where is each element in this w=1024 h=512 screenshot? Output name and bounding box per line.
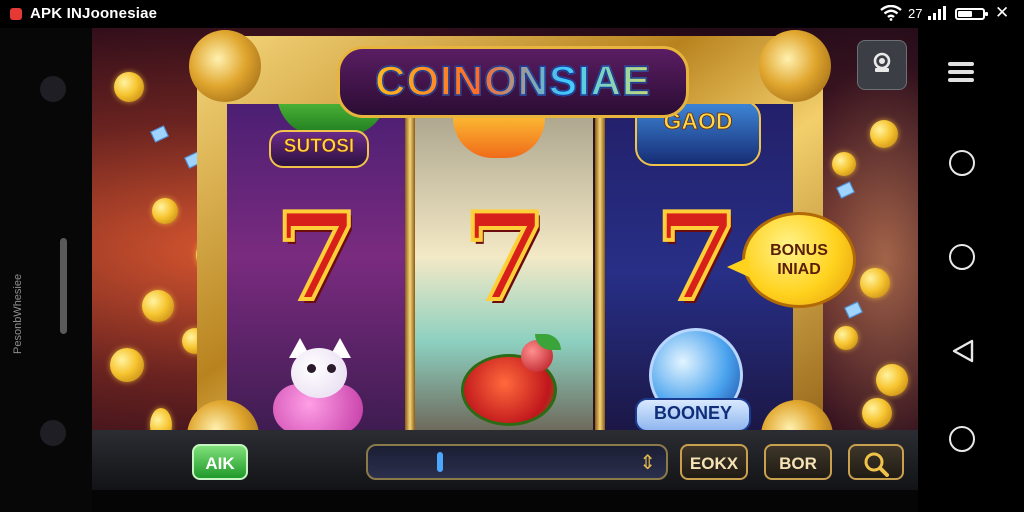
frame-ornament <box>759 30 831 102</box>
search-button[interactable] <box>848 444 904 480</box>
seven-symbol: 7 <box>461 187 549 328</box>
coin <box>152 198 178 224</box>
coin <box>832 152 856 176</box>
rail-drag-handle[interactable] <box>60 238 67 334</box>
back-triangle-icon[interactable] <box>950 338 976 364</box>
system-nav-bar <box>918 28 1024 512</box>
rail-top-dot <box>40 76 66 102</box>
seven-symbol: 7 <box>273 187 361 328</box>
signal-text: 27 <box>908 6 923 21</box>
reel-1-badge-text: SUTOSI <box>283 136 355 158</box>
coin <box>876 364 908 396</box>
bonus-line-1: BONUS <box>770 242 828 259</box>
coin <box>870 120 898 148</box>
aik-button[interactable]: AIK <box>192 444 248 480</box>
coin <box>862 398 892 428</box>
reel-divider <box>405 104 415 444</box>
search-icon <box>864 452 889 477</box>
coin <box>834 326 858 350</box>
orb-label: BOONEY <box>653 403 732 423</box>
signal-bars-icon <box>928 6 946 20</box>
bonus-badge[interactable]: BONUS INIAD <box>727 212 856 308</box>
reel-2: 7 <box>415 104 593 444</box>
menu-icon[interactable] <box>948 62 974 84</box>
game-logo: COINONSIAE <box>337 46 689 118</box>
game-logo-text: COINONSIAE <box>340 56 686 105</box>
app-icon <box>10 8 22 20</box>
bonus-line-2: INIAD <box>777 261 821 278</box>
close-icon[interactable]: ✕ <box>995 3 1009 23</box>
app-title: APK INJoonesiae <box>30 5 158 22</box>
reel-divider <box>595 104 605 444</box>
bet-slider[interactable]: ⇕ <box>366 444 668 480</box>
slider-thumb[interactable] <box>437 452 443 472</box>
reel-1: SUTOSI 7 <box>227 104 405 444</box>
cat-mascot-symbol <box>265 334 371 434</box>
coin <box>860 268 890 298</box>
recents-circle-icon[interactable] <box>949 244 975 270</box>
frame-ornament <box>189 30 261 102</box>
camera-button[interactable] <box>857 40 907 90</box>
gem <box>150 125 169 143</box>
coin <box>110 348 144 382</box>
wifi-icon <box>880 5 902 21</box>
gem <box>844 301 863 319</box>
left-rail: PesonbWhesiee <box>0 28 92 512</box>
reel-1-top-badge: SUTOSI <box>269 130 369 168</box>
slot-machine-frame: COINONSIAE SUTOSI 7 7 GAOD 7 BOONEY <box>187 30 833 472</box>
status-bar: APK INJoonesiae 27 ✕ <box>0 0 1024 28</box>
rail-vertical-text: PesonbWhesiee <box>12 273 24 354</box>
coin <box>142 290 174 322</box>
assist-circle-icon[interactable] <box>949 426 975 452</box>
rail-bottom-dot <box>40 420 66 446</box>
slider-arrows-icon[interactable]: ⇕ <box>639 449 656 477</box>
booster-orb-symbol: BOONEY <box>635 328 751 432</box>
home-circle-icon[interactable] <box>949 150 975 176</box>
watermelon-symbol <box>455 334 565 426</box>
camera-icon <box>873 52 891 72</box>
battery-icon <box>955 8 988 20</box>
bor-button[interactable]: BOR <box>764 444 832 480</box>
reels-window: SUTOSI 7 7 GAOD 7 BOONEY <box>227 104 793 444</box>
eokx-button[interactable]: EOKX <box>680 444 748 480</box>
game-bottom-edge <box>92 490 918 512</box>
coin <box>114 72 144 102</box>
gem <box>836 181 855 199</box>
